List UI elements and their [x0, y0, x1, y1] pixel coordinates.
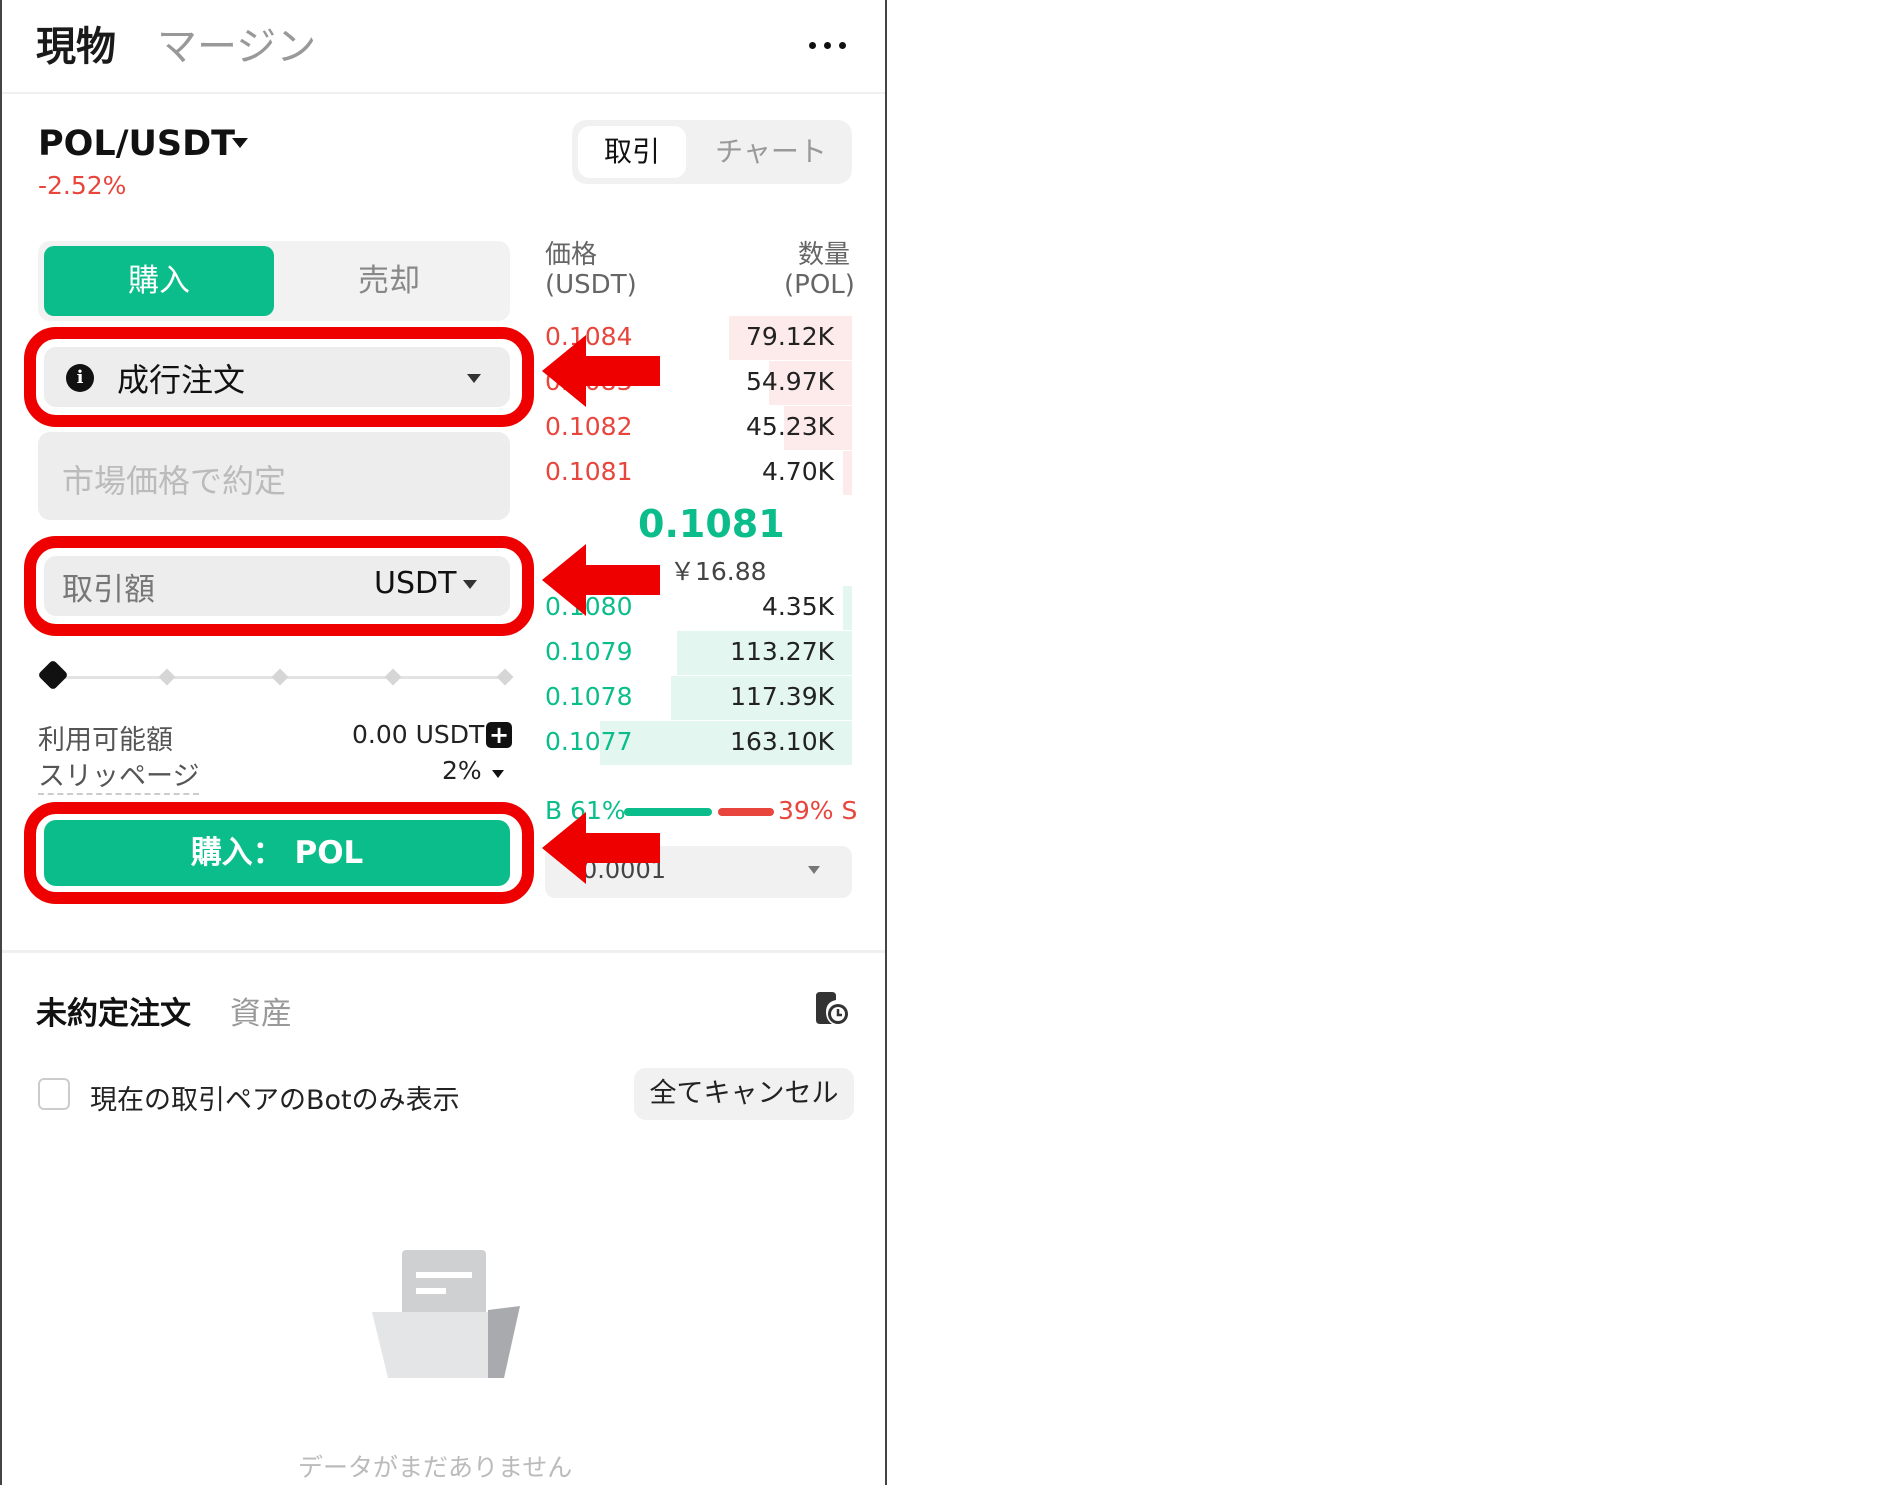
depth-bar [842, 451, 852, 495]
header-divider [2, 92, 885, 94]
section-divider [2, 950, 885, 953]
empty-state-text: データがまだありません [298, 1453, 573, 1482]
slider-stop[interactable] [271, 668, 289, 686]
bid-qty: 117.39K [730, 682, 834, 711]
ask-qty: 79.12K [746, 322, 834, 351]
slider-handle[interactable] [37, 659, 69, 691]
pair-caret-icon[interactable] [232, 138, 248, 148]
chevron-down-icon [808, 866, 820, 874]
buy-tab[interactable]: 購入 [44, 246, 274, 316]
cancel-all-button[interactable]: 全てキャンセル [634, 1068, 854, 1120]
pair-selector[interactable]: POL/USDT [38, 124, 235, 164]
ob-price-header: 価格 [545, 240, 598, 270]
ask-price: 0.1081 [545, 457, 633, 486]
sell-ratio: 39% S [778, 796, 858, 825]
bid-price: 0.1077 [545, 727, 633, 756]
ask-row[interactable]: 0.1081 4.70K [545, 451, 852, 495]
highlight-box [24, 536, 534, 636]
available-value: 0.00 USDT [352, 720, 485, 749]
bot-only-label[interactable]: 現在の取引ペアのBotのみ表示 [90, 1078, 460, 1117]
ob-price-unit: (USDT) [545, 270, 637, 300]
bid-row[interactable]: 0.1077 163.10K [545, 721, 852, 765]
ask-row[interactable]: 0.1084 79.12K [545, 316, 852, 360]
ob-qty-header: 数量 [798, 240, 851, 270]
bid-row[interactable]: 0.1078 117.39K [545, 676, 852, 720]
arrow-left-icon [542, 544, 586, 616]
bid-price: 0.1078 [545, 682, 633, 711]
tab-open-orders[interactable]: 未約定注文 [36, 988, 191, 1033]
arrow-left-icon [542, 335, 586, 407]
bot-only-checkbox[interactable] [38, 1078, 70, 1110]
sell-tab[interactable]: 売却 [274, 246, 504, 316]
deposit-plus-icon[interactable]: + [486, 722, 512, 748]
arrow-shaft [586, 565, 660, 595]
ask-qty: 4.70K [761, 457, 834, 486]
tab-trade[interactable]: 取引 [578, 126, 686, 178]
chevron-down-icon[interactable] [492, 770, 504, 778]
order-history-icon[interactable] [812, 990, 850, 1026]
ask-row[interactable]: 0.1082 45.23K [545, 406, 852, 450]
bid-qty: 4.35K [761, 592, 834, 621]
tab-margin[interactable]: マージン [157, 14, 316, 72]
arrow-shaft [586, 833, 660, 863]
ask-qty: 45.23K [746, 412, 834, 441]
available-label: 利用可能額 [38, 725, 173, 756]
arrow-left-icon [542, 812, 586, 884]
arrow-shaft [586, 356, 660, 386]
ask-qty: 54.97K [746, 367, 834, 396]
bid-qty: 113.27K [730, 637, 834, 666]
ob-qty-unit: (POL) [784, 270, 855, 300]
tab-chart[interactable]: チャート [696, 126, 846, 178]
last-price: 0.1081 [638, 502, 785, 546]
empty-folder-icon [372, 1250, 520, 1378]
tab-assets[interactable]: 資産 [230, 988, 292, 1033]
ask-price: 0.1082 [545, 412, 633, 441]
slider-stop[interactable] [384, 668, 402, 686]
price-placeholder: 市場価格で約定 [62, 462, 287, 500]
sell-ratio-bar [718, 808, 774, 816]
slippage-value[interactable]: 2% [442, 756, 482, 785]
bid-row[interactable]: 0.1079 113.27K [545, 631, 852, 675]
fiat-price: ￥16.88 [670, 557, 767, 586]
slippage-label[interactable]: スリッページ [38, 754, 200, 795]
depth-bar [842, 586, 852, 630]
tab-spot[interactable]: 現物 [36, 14, 116, 72]
trading-panel: 現物 マージン POL/USDT -2.52% 取引 チャート 購入 売却 i … [0, 0, 887, 1485]
highlight-box [24, 802, 534, 904]
bid-qty: 163.10K [730, 727, 834, 756]
price-change: -2.52% [38, 171, 127, 200]
bid-price: 0.1079 [545, 637, 633, 666]
highlight-box [24, 327, 534, 427]
slider-stop[interactable] [496, 668, 514, 686]
more-options-icon[interactable] [807, 22, 851, 52]
slider-stop[interactable] [158, 668, 176, 686]
buy-ratio-bar [624, 808, 712, 816]
